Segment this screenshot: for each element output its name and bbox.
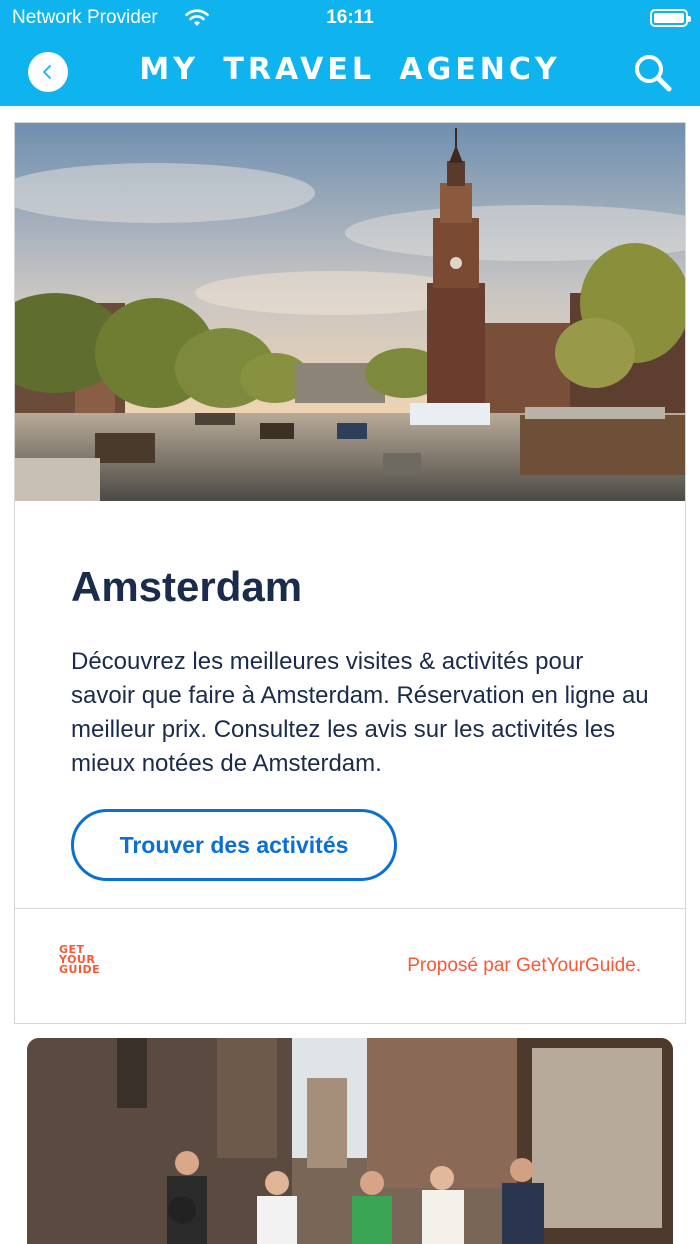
search-button[interactable] [632,52,674,94]
amsterdam-canal-photo [15,123,685,501]
app-header: Network Provider 16:11 MY TRAVEL AGENCY [0,0,700,106]
destination-title: Amsterdam [71,563,303,610]
provided-by-text: Proposé par GetYourGuide. [407,955,641,976]
destination-description: Découvrez les meilleures visites & activ… [71,648,649,777]
status-bar: Network Provider 16:11 [0,0,700,36]
search-icon [635,55,672,92]
getyourguide-logo[interactable]: GET YOUR GUIDE [59,944,109,976]
battery-icon [650,9,691,27]
tour-group-photo[interactable] [27,1038,673,1244]
back-button[interactable] [28,52,68,92]
divider [15,908,685,909]
destination-card: Amsterdam Découvrez les meilleures visit… [14,122,686,1024]
app-title: MY TRAVEL AGENCY [139,52,561,87]
find-activities-button[interactable]: Trouver des activités [71,809,397,881]
chevron-left-icon [43,65,51,79]
logo-line: GUIDE [59,963,101,976]
clock: 16:11 [326,7,374,28]
